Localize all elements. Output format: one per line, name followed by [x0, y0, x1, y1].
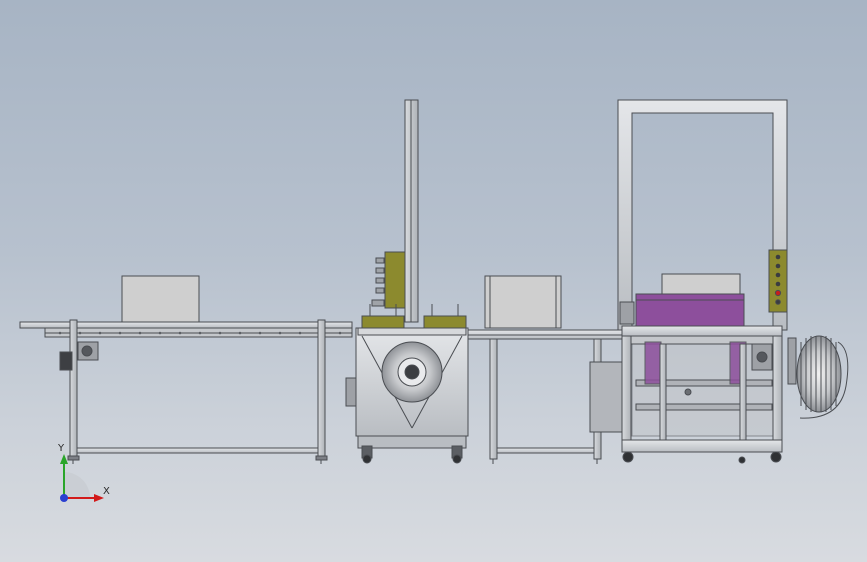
stop-indicator-icon [774, 289, 782, 297]
transfer-conveyor [467, 275, 629, 464]
z-axis-dot [60, 494, 68, 502]
press-head [635, 293, 745, 327]
strapping-machine [345, 99, 469, 464]
cad-viewport[interactable]: Y X [0, 0, 867, 562]
infeed-conveyor [19, 275, 353, 464]
y-axis-label: Y [58, 443, 65, 454]
machine-drawing [19, 99, 849, 502]
carton-transfer [484, 275, 562, 329]
carton-infeed [121, 275, 200, 323]
x-axis-label: X [103, 486, 110, 497]
arch-strapping-machine [617, 99, 849, 464]
coordinate-triad [60, 454, 104, 502]
